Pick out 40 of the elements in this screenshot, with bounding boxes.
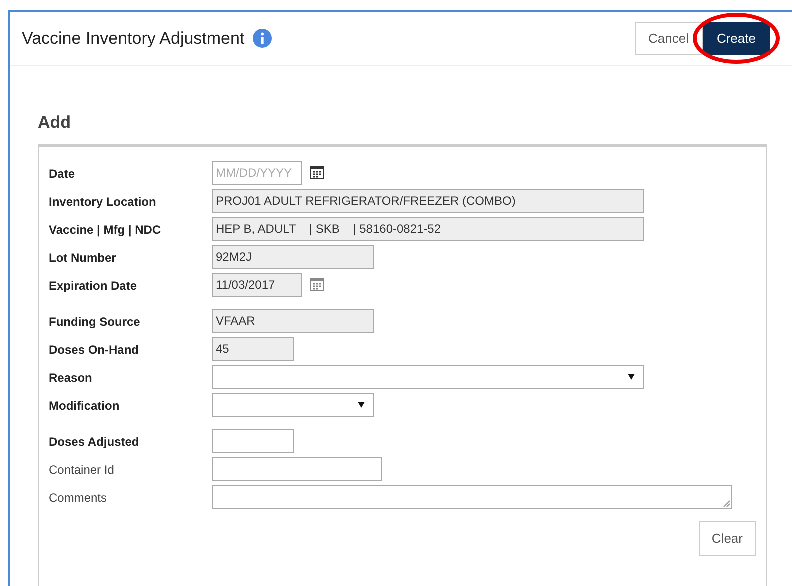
field-value: 45 — [216, 340, 230, 358]
date-field[interactable]: 11/03/2017 — [212, 272, 302, 296]
field-value: 11/03/2017 — [216, 276, 276, 294]
text-field[interactable]: HEP B, ADULT | SKB | 58160-0821-52 — [212, 216, 644, 240]
field-label: Doses On-Hand — [49, 342, 140, 358]
field-label: Date — [49, 166, 76, 182]
text-field[interactable] — [212, 456, 382, 480]
text-field[interactable]: 92M2J — [212, 244, 374, 268]
field-value: PROJ01 ADULT REFRIGERATOR/FREEZER (COMBO) — [216, 192, 516, 210]
field-value: 92M2J — [216, 248, 252, 266]
calendar-icon[interactable] — [310, 166, 324, 178]
text-field[interactable]: 45 — [212, 336, 294, 360]
field-label: Comments — [49, 490, 108, 506]
dropdown-arrow-icon — [628, 374, 635, 380]
field-label: Expiration Date — [49, 278, 138, 294]
dialog-title: Vaccine Inventory Adjustment — [22, 28, 245, 50]
field-label: Reason — [49, 370, 94, 386]
text-field[interactable] — [212, 428, 294, 452]
field-placeholder: MM/DD/YYYY — [216, 164, 292, 182]
field-label: Modification — [49, 398, 121, 414]
field-value: VFAAR — [216, 312, 256, 330]
resize-handle-icon — [723, 500, 730, 506]
field-label: Inventory Location — [49, 194, 158, 210]
dropdown-arrow-icon — [358, 402, 365, 408]
field-label: Funding Source — [49, 314, 142, 330]
field-label: Lot Number — [49, 250, 118, 266]
field-label: Container Id — [49, 462, 116, 478]
dropdown[interactable] — [212, 364, 644, 388]
dropdown[interactable] — [212, 392, 374, 416]
comments-field[interactable] — [212, 484, 732, 508]
text-field[interactable]: VFAAR — [212, 308, 374, 332]
field-label: Doses Adjusted — [49, 434, 140, 450]
field-label: Vaccine | Mfg | NDC — [49, 222, 162, 238]
clear-button[interactable]: Clear — [698, 520, 756, 556]
section-heading: Add — [38, 112, 72, 134]
field-value: HEP B, ADULT | SKB | 58160-0821-52 — [216, 220, 442, 238]
info-icon[interactable] — [252, 29, 272, 48]
create-button[interactable]: Create — [702, 22, 770, 56]
text-field[interactable]: PROJ01 ADULT REFRIGERATOR/FREEZER (COMBO) — [212, 188, 644, 212]
cancel-button[interactable]: Cancel — [634, 22, 703, 56]
